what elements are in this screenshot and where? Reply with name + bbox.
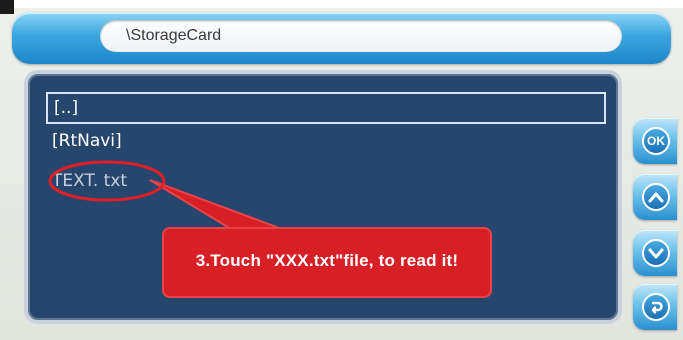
corner-mark [0, 0, 14, 14]
ok-icon: OK [642, 127, 670, 155]
top-strip [0, 0, 683, 14]
back-arrow-icon [642, 293, 670, 321]
scroll-up-button[interactable] [633, 174, 677, 220]
chevron-up-glyph [648, 192, 664, 203]
chevron-down-glyph [648, 248, 664, 259]
file-item-rtnavi[interactable]: [RtNavi] [46, 126, 606, 156]
path-text: \StorageCard [126, 27, 222, 44]
path-bar: \StorageCard [12, 12, 671, 64]
scroll-down-button[interactable] [633, 230, 677, 276]
ok-button[interactable]: OK [633, 118, 677, 164]
back-arrow-glyph [651, 301, 663, 314]
path-field[interactable]: \StorageCard [100, 20, 622, 52]
callout-text: 3.Touch "XXX.txt"file, to read it! [195, 251, 459, 270]
chevron-down-icon [642, 239, 670, 267]
file-item-text-txt[interactable]: TEXT. txt [46, 166, 606, 196]
file-item-parent[interactable]: [..] [46, 92, 606, 124]
chevron-up-icon [642, 183, 670, 211]
back-button[interactable] [633, 284, 677, 330]
ok-label: OK [647, 134, 665, 148]
instruction-callout: 3.Touch "XXX.txt"file, to read it! [164, 229, 490, 296]
